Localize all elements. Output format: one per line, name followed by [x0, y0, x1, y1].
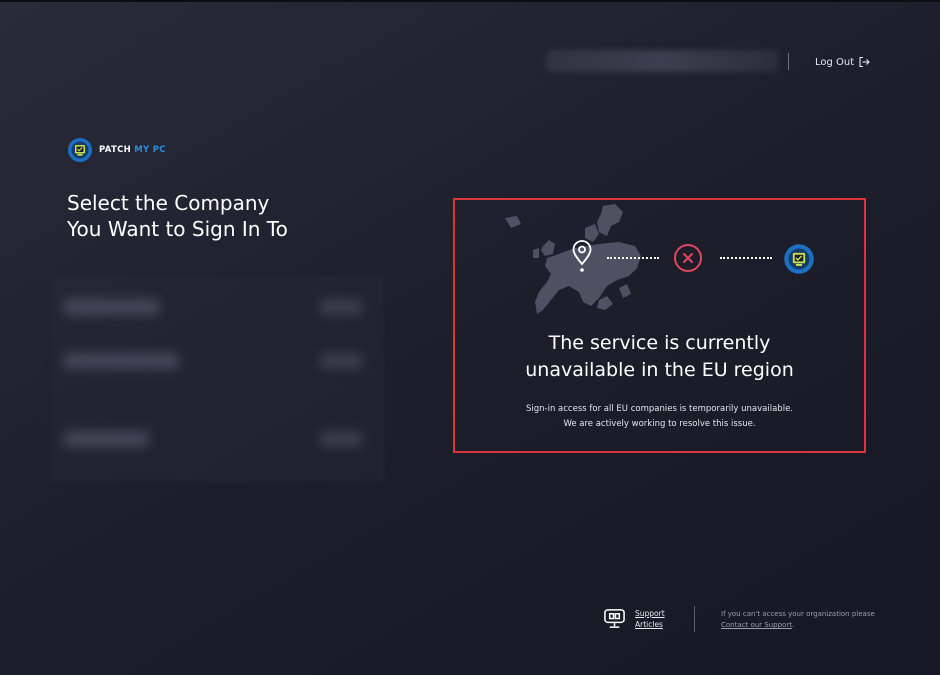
- logout-button[interactable]: Log Out: [815, 54, 870, 70]
- company-row[interactable]: [52, 339, 384, 385]
- contact-support-link[interactable]: Contact our Support: [721, 621, 792, 629]
- brand-name-part2: MY PC: [134, 145, 166, 155]
- company-list-redacted: [52, 277, 384, 482]
- company-row[interactable]: [52, 417, 384, 463]
- connection-dots-right: [720, 257, 772, 259]
- user-account-redacted: [546, 50, 778, 72]
- support-monitor-icon: [604, 609, 625, 628]
- support-articles-label: Support Articles: [635, 608, 665, 629]
- support-help-text: If you can't access your organization pl…: [721, 609, 881, 631]
- top-border: [0, 0, 940, 2]
- support-articles-link[interactable]: Support Articles: [603, 607, 673, 630]
- connection-dots-left: [607, 257, 659, 259]
- company-badge-redacted: [320, 431, 362, 447]
- eu-outage-notice: The service is currently unavailable in …: [453, 198, 866, 453]
- notice-body: Sign-in access for all EU companies is t…: [525, 404, 793, 429]
- company-badge-redacted: [320, 299, 362, 315]
- help-suffix: .: [791, 621, 795, 629]
- help-prefix: If you can't access your organization pl…: [721, 610, 875, 618]
- header-divider: [788, 53, 789, 70]
- location-pin-icon: [572, 240, 592, 272]
- notice-title: The service is currently unavailable in …: [525, 332, 794, 381]
- company-badge-redacted: [320, 353, 362, 369]
- brand-name: PATCH MY PC: [99, 145, 166, 155]
- logout-arrow-icon: [859, 56, 870, 68]
- patch-my-pc-logo-icon: [783, 243, 815, 275]
- logout-label: Log Out: [815, 56, 855, 68]
- company-name-redacted: [64, 353, 179, 369]
- brand: PATCH MY PC: [67, 137, 166, 163]
- brand-name-part1: PATCH: [99, 145, 132, 155]
- page-title: Select the Company You Want to Sign In T…: [67, 191, 288, 241]
- company-name-redacted: [64, 431, 149, 447]
- error-x-icon: [674, 244, 702, 272]
- footer-divider: [694, 606, 695, 632]
- company-name-redacted: [64, 299, 159, 315]
- patch-my-pc-logo-icon: [67, 137, 93, 163]
- company-row[interactable]: [52, 285, 384, 331]
